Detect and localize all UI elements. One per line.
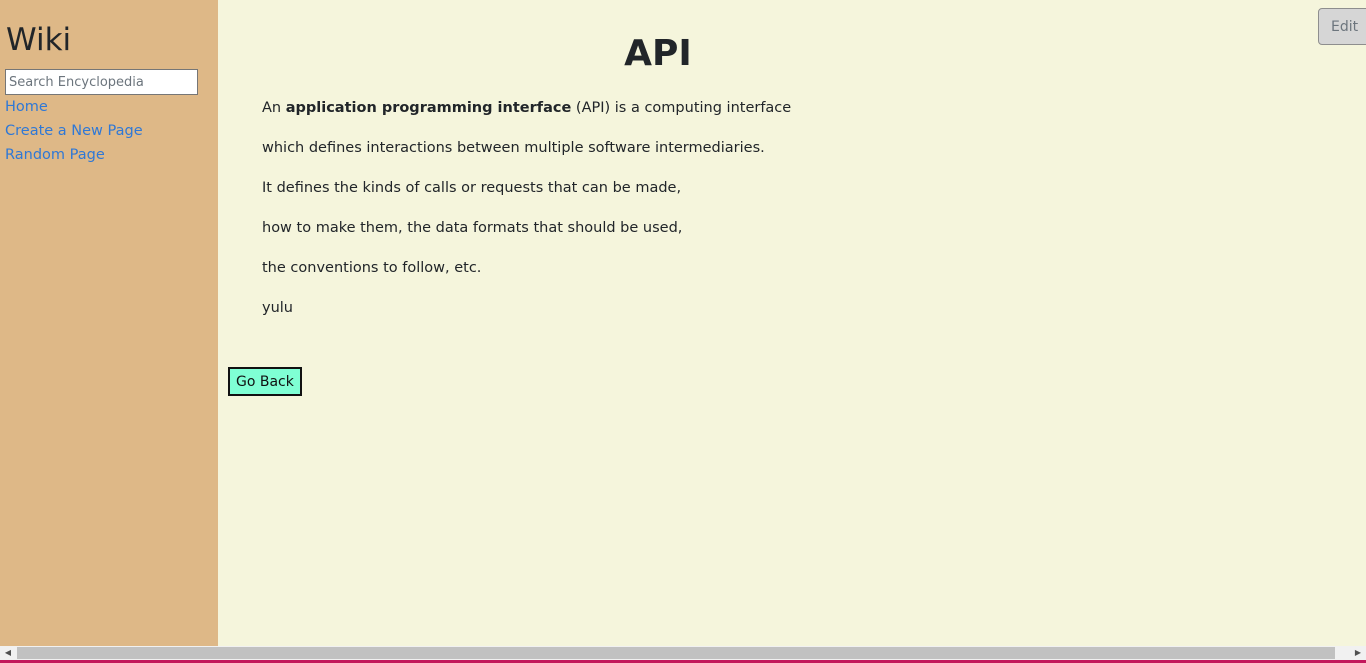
intro-prefix: An	[262, 100, 282, 116]
content-line: yulu	[262, 300, 293, 316]
scrollbar-thumb[interactable]	[17, 647, 1335, 659]
intro-suffix: (API) is a computing interface	[575, 100, 792, 116]
intro-bold-term: application programming interface	[285, 100, 572, 116]
intro-paragraph: An application programming interface (AP…	[262, 98, 791, 118]
nav-link-random-page[interactable]: Random Page	[5, 145, 105, 165]
nav-link-home[interactable]: Home	[5, 97, 48, 117]
scroll-right-arrow-icon[interactable]: ▶	[1350, 646, 1366, 660]
content-line: the conventions to follow, etc.	[262, 260, 482, 276]
content-line: It defines the kinds of calls or request…	[262, 180, 682, 196]
nav-link-create-page[interactable]: Create a New Page	[5, 121, 143, 141]
sidebar: Wiki Home Create a New Page Random Page	[0, 0, 218, 646]
go-back-button[interactable]: Go Back	[228, 367, 302, 396]
page-title: API	[624, 33, 692, 74]
main-content: API An application programming interface…	[218, 0, 1366, 646]
edit-button[interactable]: Edit	[1318, 8, 1366, 45]
site-title: Wiki	[6, 22, 72, 58]
content-line: which defines interactions between multi…	[262, 140, 765, 156]
content-line: how to make them, the data formats that …	[262, 220, 683, 236]
search-input[interactable]	[5, 69, 198, 95]
scroll-left-arrow-icon[interactable]: ◀	[0, 646, 16, 660]
